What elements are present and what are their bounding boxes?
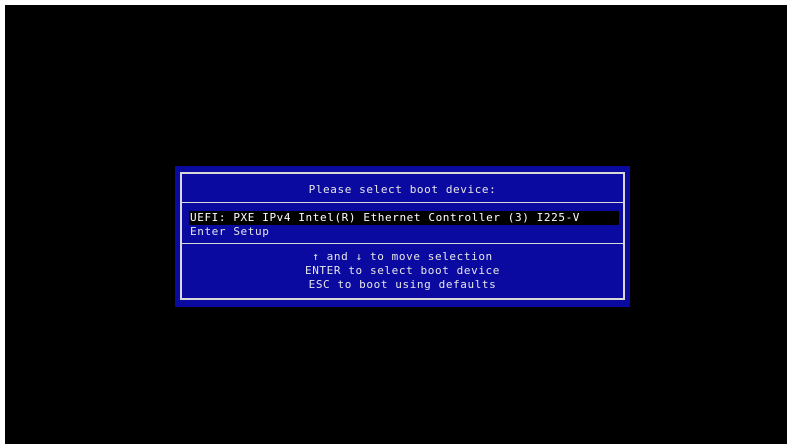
boot-option-uefi-pxe-ipv4[interactable]: UEFI: PXE IPv4 Intel(R) Ethernet Control… [189, 211, 619, 225]
help-text: ↑ and ↓ to move selection ENTER to selec… [182, 250, 623, 292]
dialog-frame: Please select boot device: UEFI: PXE IPv… [180, 172, 625, 300]
help-line-escape: ESC to boot using defaults [308, 278, 497, 291]
boot-device-list: UEFI: PXE IPv4 Intel(R) Ethernet Control… [189, 211, 619, 239]
title-divider [182, 202, 623, 203]
boot-device-dialog: Please select boot device: UEFI: PXE IPv… [175, 166, 630, 307]
boot-screen: Please select boot device: UEFI: PXE IPv… [5, 5, 787, 444]
help-divider [182, 243, 623, 244]
help-line-enter: ENTER to select boot device [304, 264, 500, 277]
help-line-navigation: ↑ and ↓ to move selection [312, 250, 493, 263]
boot-option-enter-setup[interactable]: Enter Setup [189, 225, 619, 239]
dialog-title: Please select boot device: [308, 183, 497, 196]
